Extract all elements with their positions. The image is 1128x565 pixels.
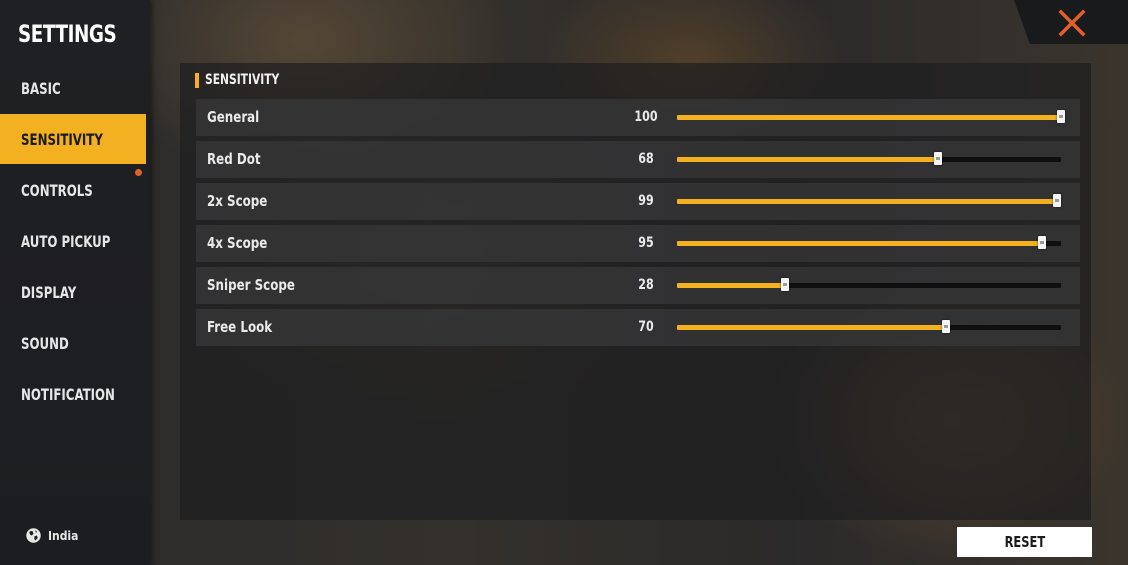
row-value: 95 bbox=[638, 235, 654, 251]
sidebar-item-auto-pickup[interactable]: AUTO PICKUP bbox=[0, 216, 146, 266]
sidebar-item-label: AUTO PICKUP bbox=[21, 231, 111, 251]
sensitivity-row-free-look: Free Look 70 bbox=[196, 309, 1080, 346]
slider-fill bbox=[677, 115, 1061, 120]
row-value: 99 bbox=[638, 193, 654, 209]
sidebar-item-label: NOTIFICATION bbox=[21, 384, 115, 404]
row-label: 2x Scope bbox=[207, 192, 268, 210]
section-accent-bar bbox=[195, 72, 199, 88]
row-value: 28 bbox=[638, 277, 654, 293]
sidebar-item-basic[interactable]: BASIC bbox=[0, 63, 146, 113]
slider-fill bbox=[677, 283, 785, 288]
sensitivity-row-red-dot: Red Dot 68 bbox=[196, 141, 1080, 178]
2x-scope-slider[interactable] bbox=[677, 194, 1062, 207]
sidebar-item-sound[interactable]: SOUND bbox=[0, 318, 146, 368]
sidebar-item-notification[interactable]: NOTIFICATION bbox=[0, 369, 146, 419]
sidebar-item-sensitivity[interactable]: SENSITIVITY bbox=[0, 114, 146, 164]
sidebar-item-controls[interactable]: CONTROLS bbox=[0, 165, 146, 215]
slider-handle[interactable] bbox=[941, 320, 950, 333]
row-label: Free Look bbox=[207, 318, 273, 336]
sidebar-item-display[interactable]: DISPLAY bbox=[0, 267, 146, 317]
slider-handle[interactable] bbox=[1053, 194, 1062, 207]
section-title: SENSITIVITY bbox=[205, 72, 280, 88]
settings-screen: SETTINGS BASIC SENSITIVITY CONTROLS AUTO… bbox=[0, 0, 1128, 565]
general-slider[interactable] bbox=[677, 110, 1065, 123]
slider-handle[interactable] bbox=[934, 152, 943, 165]
sensitivity-row-sniper-scope: Sniper Scope 28 bbox=[196, 267, 1080, 304]
reset-button[interactable]: RESET bbox=[957, 527, 1092, 557]
slider-handle[interactable] bbox=[780, 278, 789, 291]
sensitivity-row-general: General 100 bbox=[196, 99, 1080, 136]
section-header: SENSITIVITY bbox=[195, 72, 292, 88]
row-value: 100 bbox=[634, 109, 658, 125]
slider-fill bbox=[677, 325, 946, 330]
row-value: 70 bbox=[638, 319, 654, 335]
sidebar: SETTINGS BASIC SENSITIVITY CONTROLS AUTO… bbox=[0, 0, 150, 565]
settings-title: SETTINGS bbox=[18, 20, 117, 48]
reset-label: RESET bbox=[1004, 533, 1045, 551]
red-dot-slider[interactable] bbox=[677, 152, 1061, 165]
slider-handle[interactable] bbox=[1037, 236, 1046, 249]
sensitivity-row-2x-scope: 2x Scope 99 bbox=[196, 183, 1080, 220]
sidebar-item-label: BASIC bbox=[21, 78, 61, 98]
slider-fill bbox=[677, 157, 939, 162]
slider-handle[interactable] bbox=[1057, 110, 1065, 123]
controls-notification-dot bbox=[135, 169, 142, 176]
sidebar-item-label: SOUND bbox=[21, 333, 69, 353]
row-label: Red Dot bbox=[207, 150, 261, 168]
sensitivity-row-4x-scope: 4x Scope 95 bbox=[196, 225, 1080, 262]
sidebar-item-label: CONTROLS bbox=[21, 180, 93, 200]
slider-fill bbox=[677, 241, 1042, 246]
globe-icon bbox=[26, 528, 41, 543]
free-look-slider[interactable] bbox=[677, 320, 1061, 333]
close-icon[interactable] bbox=[1058, 9, 1086, 37]
region-selector[interactable]: India bbox=[25, 527, 78, 544]
row-label: General bbox=[207, 108, 260, 126]
slider-fill bbox=[677, 199, 1058, 204]
row-label: 4x Scope bbox=[207, 234, 268, 252]
sniper-scope-slider[interactable] bbox=[677, 278, 1061, 291]
row-label: Sniper Scope bbox=[207, 276, 295, 294]
4x-scope-slider[interactable] bbox=[677, 236, 1061, 249]
region-label: India bbox=[48, 528, 79, 543]
sidebar-item-label: DISPLAY bbox=[21, 282, 77, 302]
row-value: 68 bbox=[638, 151, 654, 167]
sidebar-item-label: SENSITIVITY bbox=[21, 129, 103, 149]
